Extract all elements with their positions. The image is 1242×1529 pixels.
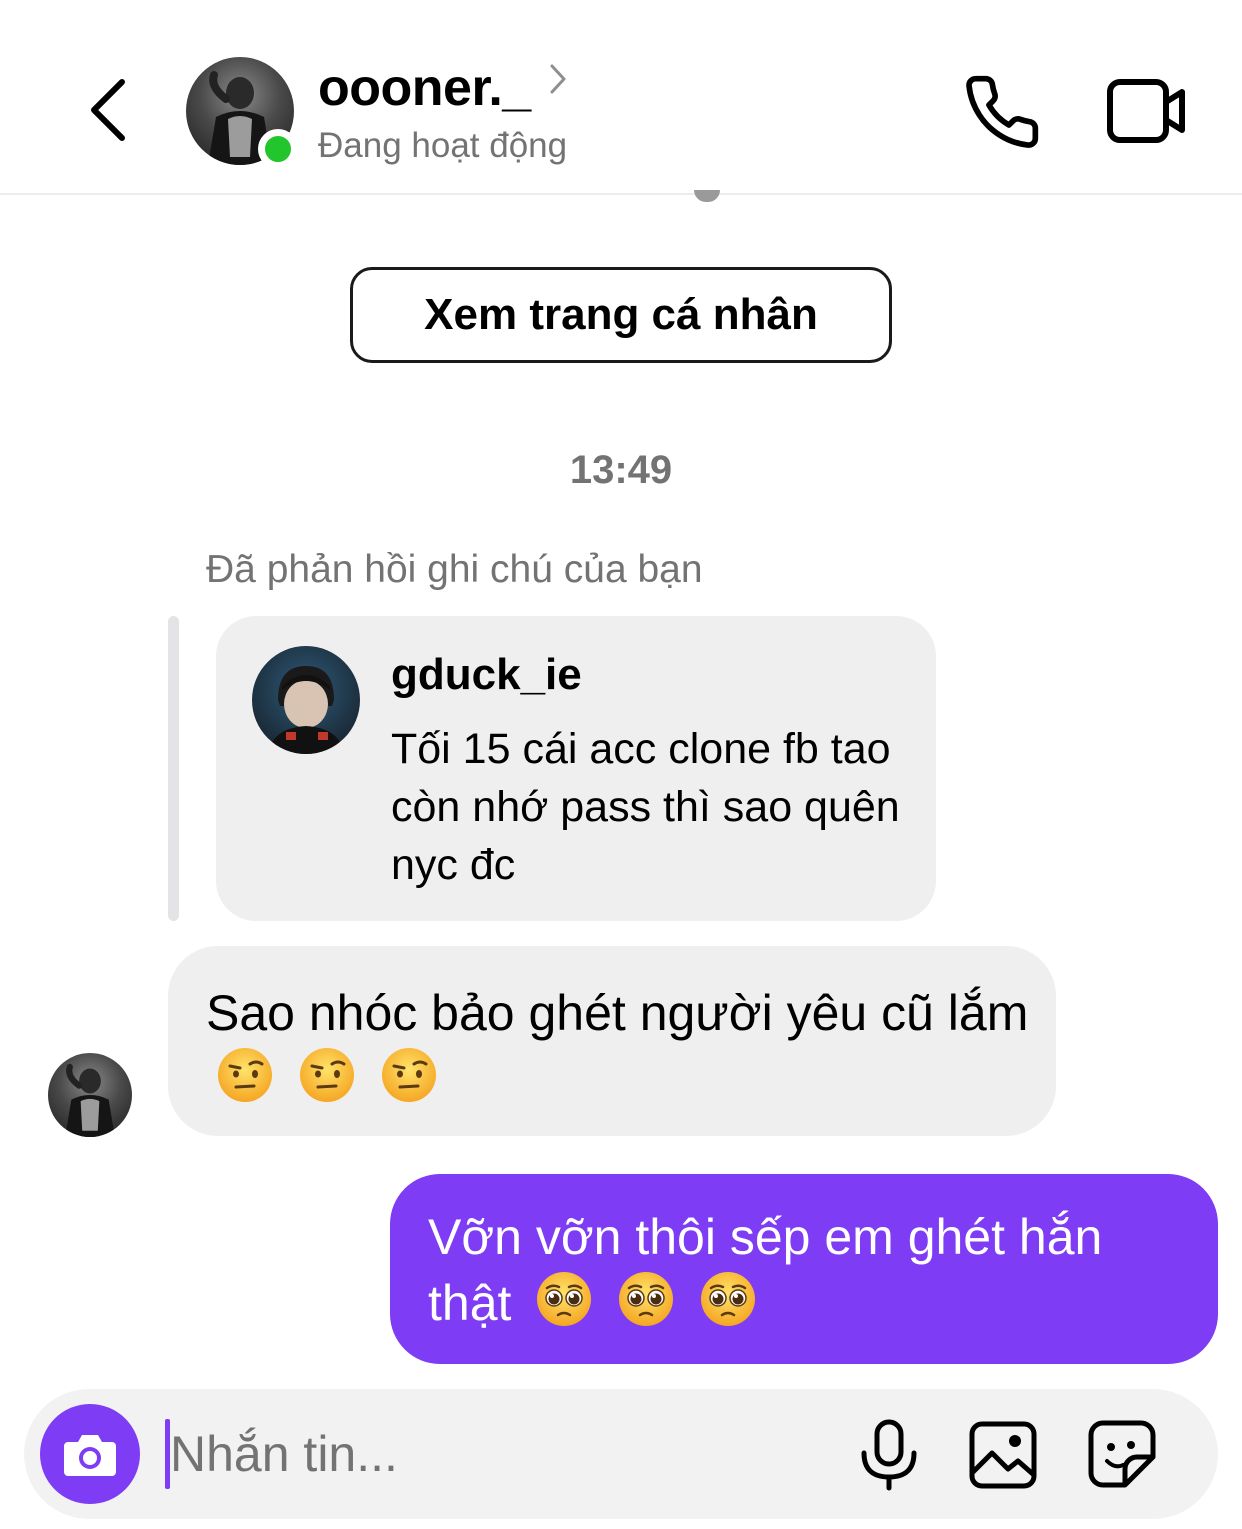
- scroll-fade-indicator: [694, 190, 720, 202]
- online-status-dot: [258, 129, 298, 169]
- audio-call-button[interactable]: [962, 72, 1042, 152]
- raised-eyebrow-emoji: [218, 1048, 272, 1102]
- incoming-message-text: Sao nhóc bảo ghét người yêu cũ lắm: [206, 980, 1036, 1112]
- back-button[interactable]: [78, 70, 138, 150]
- note-text: Tối 15 cái acc clone fb tao còn nhớ pass…: [391, 725, 900, 889]
- video-call-button[interactable]: [1104, 72, 1190, 152]
- active-status-text: Đang hoạt động: [318, 126, 568, 165]
- chevron-right-icon: [550, 64, 566, 94]
- camera-button[interactable]: [40, 1404, 140, 1504]
- incoming-message-body: Sao nhóc bảo ghét người yêu cũ lắm: [206, 985, 1029, 1041]
- replied-note-card[interactable]: gduck_ie Tối 15 cái acc clone fb tao còn…: [216, 616, 936, 921]
- pleading-face-emoji: [619, 1272, 674, 1326]
- sticker-icon: [1088, 1420, 1156, 1488]
- phone-icon: [966, 75, 1039, 148]
- microphone-icon: [861, 1419, 917, 1491]
- view-profile-button[interactable]: Xem trang cá nhân: [350, 267, 892, 363]
- message-timestamp: 13:49: [569, 448, 673, 492]
- message-input[interactable]: [170, 1414, 820, 1494]
- note-author-username: gduck_ie: [391, 650, 582, 699]
- contact-avatar[interactable]: [186, 57, 298, 169]
- chat-header: oooner._ Đang hoạt động: [0, 0, 1242, 195]
- reply-indicator-bar: [168, 616, 179, 921]
- gallery-button[interactable]: [968, 1419, 1038, 1491]
- contact-username[interactable]: oooner._: [318, 58, 567, 118]
- raised-eyebrow-emoji: [299, 1048, 354, 1102]
- pleading-face-emoji: [701, 1272, 756, 1326]
- back-icon: [91, 79, 125, 141]
- pleading-face-emoji: [537, 1272, 592, 1326]
- incoming-message-bubble[interactable]: Sao nhóc bảo ghét người yêu cũ lắm: [168, 946, 1056, 1136]
- outgoing-message-bubble[interactable]: Vỡn vỡn thôi sếp em ghét hắn thật: [390, 1174, 1218, 1364]
- voice-message-button[interactable]: [856, 1419, 922, 1491]
- video-camera-icon: [1107, 79, 1185, 143]
- sticker-button[interactable]: [1087, 1419, 1159, 1491]
- camera-icon: [64, 1435, 116, 1476]
- gallery-icon: [969, 1421, 1037, 1489]
- sender-avatar[interactable]: [48, 1053, 132, 1137]
- note-author-avatar: [252, 646, 360, 754]
- username-text: oooner._: [318, 59, 531, 117]
- raised-eyebrow-emoji: [381, 1048, 436, 1102]
- outgoing-message-body: Vỡn vỡn thôi sếp em ghét hắn thật: [428, 1209, 1103, 1331]
- message-composer: [24, 1389, 1218, 1519]
- reply-context-label: Đã phản hồi ghi chú của bạn: [206, 548, 703, 591]
- outgoing-message-text: Vỡn vỡn thôi sếp em ghét hắn thật: [428, 1204, 1188, 1336]
